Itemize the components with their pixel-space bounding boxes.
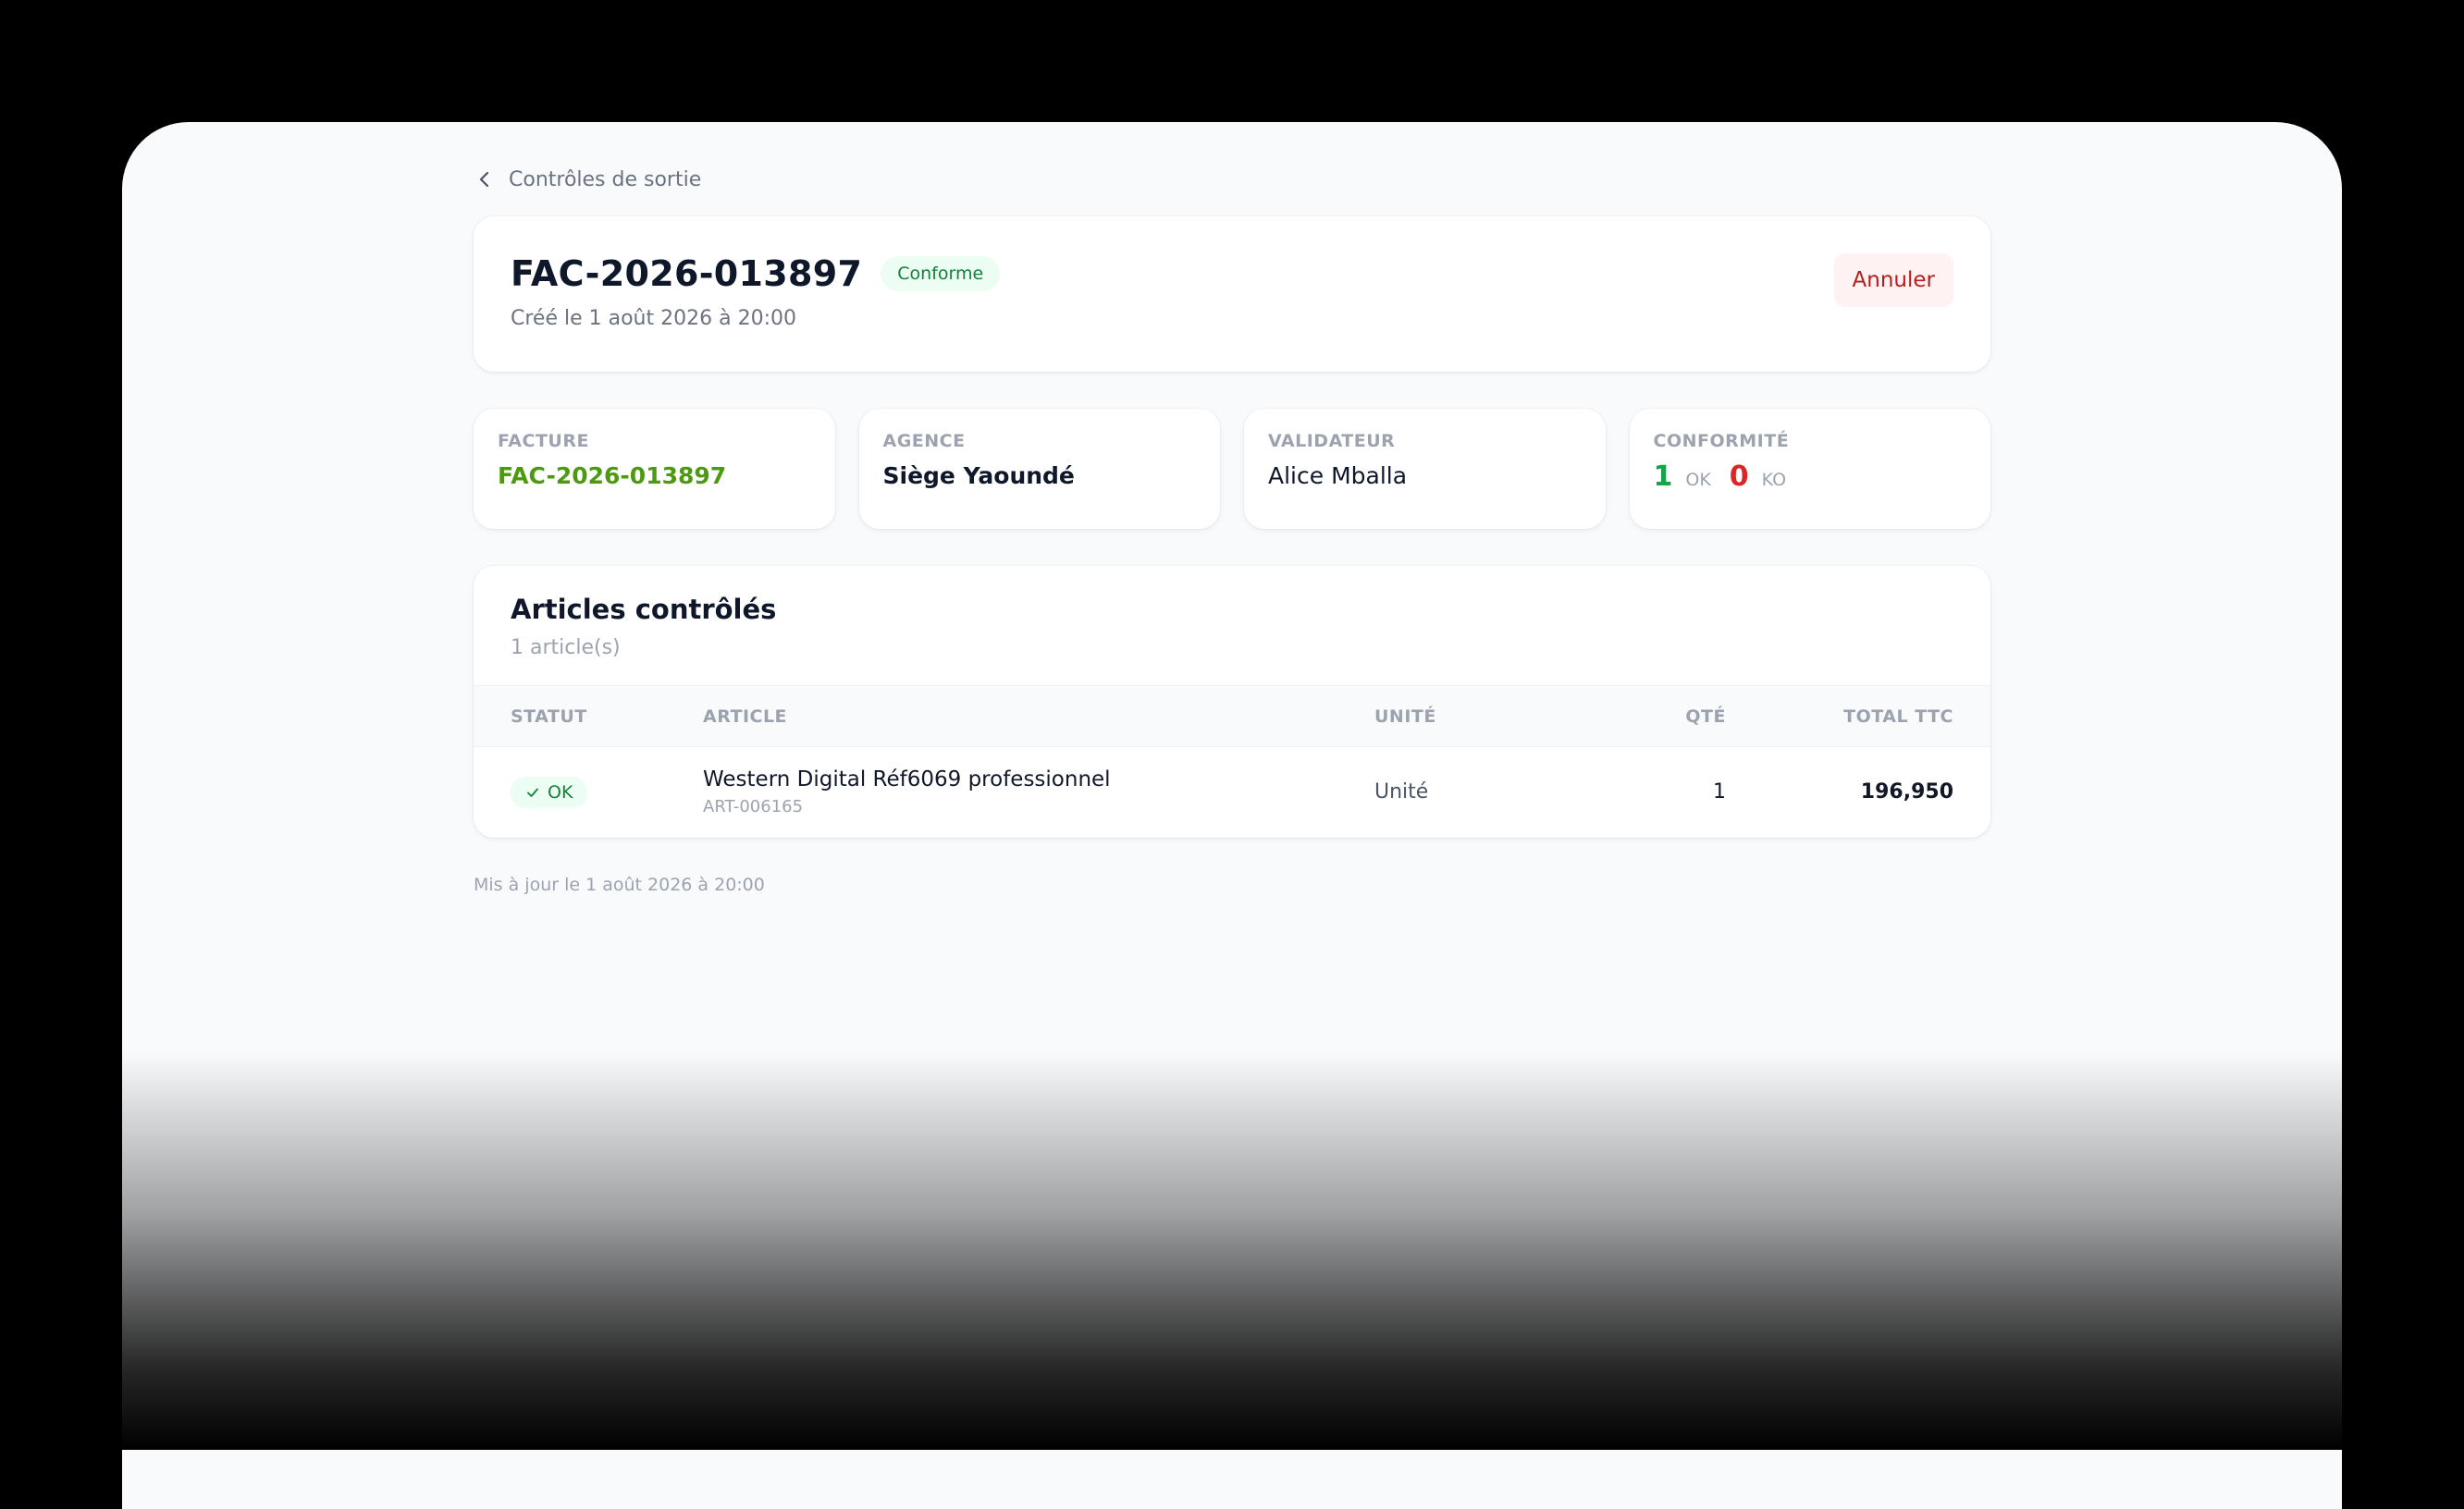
cell-article: Western Digital Réf6069 professionnel AR… [703, 747, 1374, 838]
stat-label-conformite: CONFORMITÉ [1653, 431, 1790, 451]
ok-status-label: OK [548, 781, 573, 803]
stat-card-facture: FACTURE FAC-2026-013897 [474, 409, 835, 529]
ok-label: OK [1685, 470, 1711, 490]
column-header-total: TOTAL TTC [1843, 705, 1953, 727]
stat-card-agence: AGENCE Siège Yaoundé [858, 409, 1220, 529]
status-badge: Conforme [881, 256, 1001, 291]
page-title: FAC-2026-013897 [511, 253, 863, 294]
stats-row: FACTURE FAC-2026-013897 AGENCE Siège Yao… [474, 409, 1990, 529]
ko-label: KO [1761, 470, 1787, 490]
column-header-unite: UNITÉ [1374, 705, 1436, 727]
articles-header: Articles contrôlés 1 article(s) [474, 566, 1990, 685]
articles-card: Articles contrôlés 1 article(s) STATUT A… [474, 566, 1990, 838]
title-row: FAC-2026-013897 Conforme [511, 253, 1953, 294]
stat-label-validateur: VALIDATEUR [1268, 431, 1396, 451]
articles-count: 1 article(s) [511, 636, 621, 659]
app-window: Contrôles de sortie FAC-2026-013897 Conf… [122, 122, 2342, 1509]
column-header-statut: STATUT [511, 705, 587, 727]
stat-label-agence: AGENCE [882, 431, 966, 451]
cell-qty: 1 [1713, 780, 1726, 804]
stat-value-agence: Siège Yaoundé [882, 462, 1075, 489]
stat-card-conformite: CONFORMITÉ 1 OK 0 KO [1629, 409, 1990, 529]
column-header-article: ARTICLE [703, 705, 788, 727]
article-ref: ART-006165 [703, 797, 804, 817]
invoice-link[interactable]: FAC-2026-013897 [498, 462, 811, 489]
ok-count: 1 [1653, 460, 1673, 493]
check-icon [527, 788, 538, 797]
table-row: OK Western Digital Réf6069 professionnel… [474, 747, 1990, 838]
cell-total: 196,950 [1860, 780, 1953, 804]
cancel-button[interactable]: Annuler [1833, 253, 1953, 307]
cell-unit: Unité [1374, 780, 1429, 804]
column-header-qte: QTÉ [1685, 705, 1726, 727]
articles-title: Articles contrôlés [511, 594, 777, 625]
cell-status: OK [474, 747, 703, 838]
ok-status-badge: OK [511, 776, 588, 808]
stat-card-validateur: VALIDATEUR Alice Mballa [1244, 409, 1606, 529]
article-name: Western Digital Réf6069 professionnel [703, 767, 1111, 792]
page-content: Contrôles de sortie FAC-2026-013897 Conf… [474, 159, 1990, 895]
articles-table: STATUT ARTICLE UNITÉ QTÉ TOTAL TTC OK We… [474, 685, 1990, 838]
invoice-header-card: FAC-2026-013897 Conforme Créé le 1 août … [474, 216, 1990, 372]
stat-value-validateur: Alice Mballa [1268, 462, 1408, 489]
ko-count: 0 [1729, 460, 1749, 493]
conformity-summary: 1 OK 0 KO [1654, 460, 1967, 493]
breadcrumb-label: Contrôles de sortie [509, 167, 702, 191]
stat-label-facture: FACTURE [498, 431, 589, 451]
table-header-row: STATUT ARTICLE UNITÉ QTÉ TOTAL TTC [474, 685, 1990, 747]
created-date: Créé le 1 août 2026 à 20:00 [511, 307, 796, 330]
chevron-left-icon [479, 171, 489, 188]
updated-timestamp: Mis à jour le 1 août 2026 à 20:00 [474, 874, 765, 895]
breadcrumb-back-link[interactable]: Contrôles de sortie [474, 159, 1990, 200]
